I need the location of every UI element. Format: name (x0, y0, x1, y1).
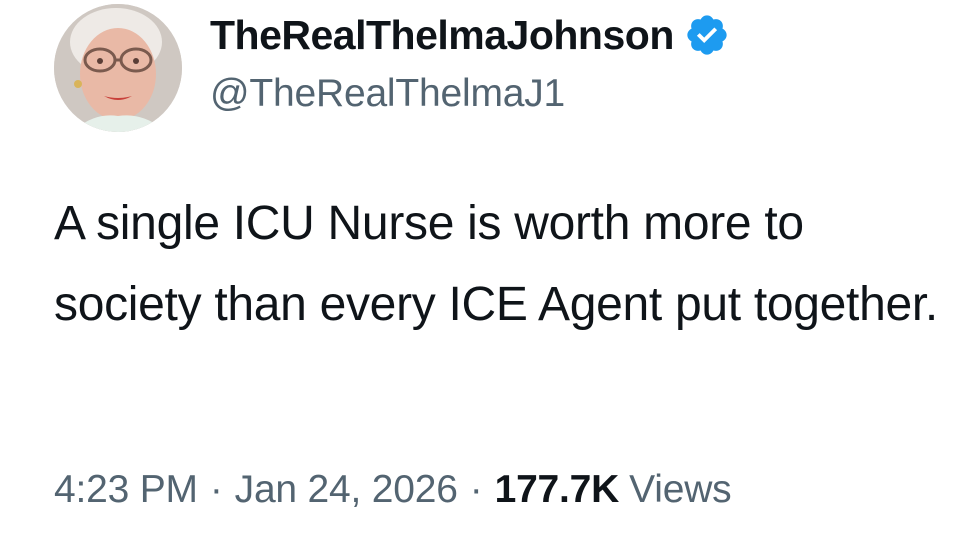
author-name-row: TheRealThelmaJohnson (210, 10, 730, 60)
avatar[interactable] (54, 4, 182, 132)
tweet-date[interactable]: Jan 24, 2026 (235, 468, 458, 512)
avatar-image (54, 4, 182, 132)
tweet-time[interactable]: 4:23 PM (54, 468, 198, 512)
views-label[interactable]: Views (629, 468, 732, 512)
author-handle[interactable]: @TheRealThelmaJ1 (210, 72, 565, 116)
tweet-text: A single ICU Nurse is worth more to soci… (54, 197, 938, 331)
verified-badge-icon[interactable] (684, 12, 730, 58)
meta-separator: · (209, 468, 223, 511)
tweet-card: TheRealThelmaJohnson @TheRealThelmaJ1 A … (0, 0, 969, 547)
tweet-meta: 4:23 PM · Jan 24, 2026 · 177.7K Views (54, 462, 732, 518)
views-count[interactable]: 177.7K (495, 468, 620, 512)
author-display-name[interactable]: TheRealThelmaJohnson (210, 12, 674, 59)
meta-separator: · (469, 468, 483, 511)
